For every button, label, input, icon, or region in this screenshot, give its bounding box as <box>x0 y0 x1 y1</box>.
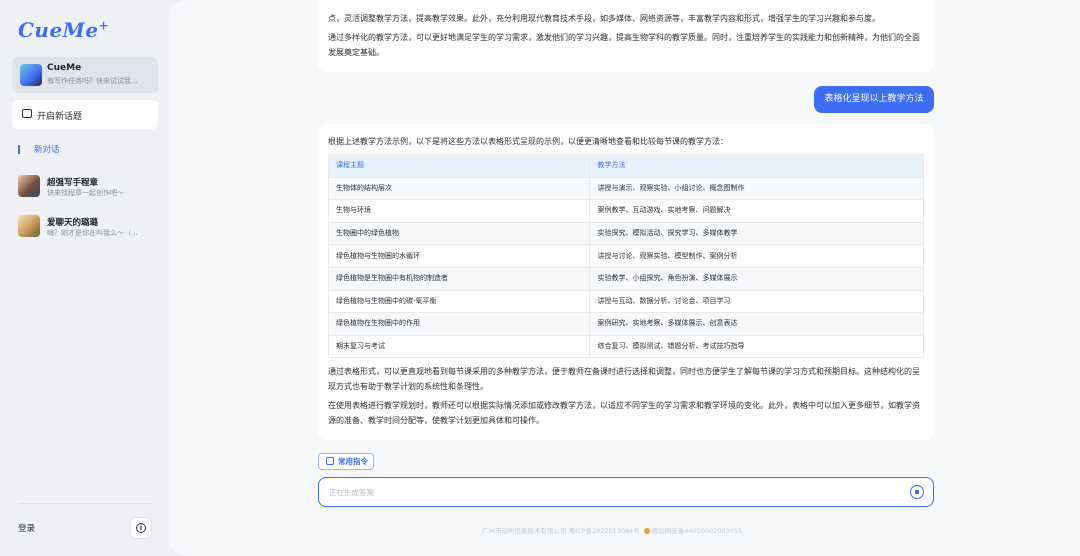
table-cell: 实验探究、模拟活动、探究学习、多媒体教学 <box>589 221 924 246</box>
table-cell: 综合复习、模拟测试、错题分析、考试技巧指导 <box>589 334 924 359</box>
table-row: 期末复习与考试 综合复习、模拟测试、错题分析、考试技巧指导 <box>327 334 924 359</box>
info-icon: i <box>136 523 146 533</box>
bot-card-subtitle: 有写作任务吗？快来试试我... <box>47 77 138 85</box>
table-cell: 生物体的结构层次 <box>327 176 591 201</box>
message-input[interactable] <box>329 485 889 499</box>
table-row: 生物与环境 案例教学、互动游戏、实地考察、问题解决 <box>327 199 924 223</box>
table-row: 生物圈中的绿色植物 实验探究、模拟活动、探究学习、多媒体教学 <box>327 221 924 246</box>
table-row: 绿色植物与生物圈中的碳-氧平衡 讲授与互动、数据分析、讨论会、项目学习 <box>327 289 924 314</box>
bot-card-title: CueMe <box>47 63 82 73</box>
chat-avatar[interactable] <box>18 175 40 197</box>
table-cell: 生物圈中的绿色植物 <box>327 221 591 246</box>
reply-paragraph: 通过表格形式，可以更直观地看到每节课采用的多种教学方法，便于教师在备课时进行选择… <box>328 367 920 392</box>
table-cell: 生物与环境 <box>327 199 591 223</box>
active-indicator <box>18 145 20 154</box>
table-cell: 期末复习与考试 <box>327 334 591 359</box>
table-cell: 绿色植物与生物圈的水循环 <box>327 244 591 268</box>
chat-item-title[interactable]: 超强写手程章 <box>47 176 98 188</box>
assistant-message: 点，灵活调整教学方法，提高教学效果。此外，充分利用现代教育技术手段，如多媒体、网… <box>318 0 934 72</box>
stop-generating-button[interactable] <box>910 485 924 499</box>
chat-bubble-icon <box>22 109 32 118</box>
table-row: 绿色植物在生物圈中的作用 案例研究、实地考察、多媒体展示、创意表达 <box>327 312 924 336</box>
table-cell: 绿色植物在生物圈中的作用 <box>327 312 591 336</box>
stop-icon <box>914 489 919 494</box>
sidebar: CueMe+ CueMe 有写作任务吗？快来试试我... 开启新话题 新对话 超… <box>0 0 170 556</box>
new-topic-button[interactable]: 开启新话题 <box>12 100 158 129</box>
new-chat-label: 新对话 <box>34 145 60 155</box>
table-cell: 绿色植物与生物圈中的碳-氧平衡 <box>327 289 591 314</box>
table-row: 生物体的结构层次 讲授与演示、观察实验、小组讨论、概念图制作 <box>327 176 924 201</box>
logo-plus: + <box>98 18 110 33</box>
reply-paragraph: 在使用表格进行教学规划时，教师还可以根据实际情况添加或修改教学方法，以适应不同学… <box>328 401 920 426</box>
chat-item-subtitle: 快来找程章一起创作吧～ <box>47 189 124 197</box>
common-commands-label: 常用指令 <box>338 457 368 466</box>
reply-intro: 根据上述教学方法示例，以下是将这些方法以表格形式呈现的示例，以便更清晰地查看和比… <box>328 137 728 146</box>
table-cell: 讲授与互动、数据分析、讨论会、项目学习 <box>589 289 924 314</box>
chat-item-title[interactable]: 爱聊天的璐璐 <box>47 216 98 228</box>
user-message: 表格化呈现以上教学方法 <box>814 86 934 113</box>
message-paragraph: 通过多样化的教学方法，可以更好地满足学生的学习需求，激发他们的学习兴趣，提高生物… <box>328 33 920 57</box>
logo-text: CueMe <box>18 18 99 42</box>
chat-main: 点，灵活调整教学方法，提高教学效果。此外，充分利用现代教育技术手段，如多媒体、网… <box>170 0 1080 556</box>
table-cell: 讲授与讨论、观察实验、模型制作、案例分析 <box>589 244 924 268</box>
new-topic-label: 开启新话题 <box>37 112 83 122</box>
table-row: 绿色植物与生物圈的水循环 讲授与讨论、观察实验、模型制作、案例分析 <box>327 244 924 268</box>
table-cell: 绿色植物是生物圈中有机物的制造者 <box>327 266 591 291</box>
table-cell: 案例教学、互动游戏、实地考察、问题解决 <box>589 199 924 223</box>
table-cell: 实验教学、小组探究、角色扮演、多媒体展示 <box>589 266 924 291</box>
login-link[interactable]: 登录 <box>18 522 35 534</box>
table-row: 绿色植物是生物圈中有机物的制造者 实验教学、小组探究、角色扮演、多媒体展示 <box>327 266 924 291</box>
footer-company: 广州市动吩信息技术有限公司 粤ICP备2022013084号 <box>482 527 640 535</box>
command-icon <box>326 457 334 465</box>
footer: 广州市动吩信息技术有限公司 粤ICP备2022013084号 粤公网安备44010… <box>482 525 742 535</box>
table-cell: 讲授与演示、观察实验、小组讨论、概念图制作 <box>589 176 924 201</box>
sidebar-divider <box>18 503 152 504</box>
bot-card-cueme[interactable]: CueMe 有写作任务吗？快来试试我... <box>12 57 158 93</box>
footer-police: 粤公网安备44010502003055 <box>651 527 743 535</box>
table-cell: 案例研究、实地考察、多媒体展示、创意表达 <box>589 312 924 336</box>
table-header-row: 课程主题 教学方法 <box>327 154 924 178</box>
cueme-avatar <box>20 64 42 86</box>
common-commands-button[interactable]: 常用指令 <box>318 453 374 470</box>
table-header: 课程主题 <box>327 154 591 178</box>
chat-item-subtitle: 嗨？刚才是你在叫我么～（... <box>47 229 138 237</box>
police-badge-icon <box>643 528 650 534</box>
message-paragraph: 点，灵活调整教学方法，提高教学效果。此外，充分利用现代教育技术手段，如多媒体、网… <box>328 14 880 23</box>
chat-avatar[interactable] <box>18 215 40 237</box>
message-composer[interactable] <box>318 477 934 507</box>
info-button[interactable]: i <box>130 517 152 539</box>
assistant-message: 根据上述教学方法示例，以下是将这些方法以表格形式呈现的示例，以便更清晰地查看和比… <box>318 124 934 440</box>
table-header: 教学方法 <box>589 154 924 178</box>
methods-table: 课程主题 教学方法 生物体的结构层次 讲授与演示、观察实验、小组讨论、概念图制作 … <box>327 154 924 359</box>
cueme-logo[interactable]: CueMe+ <box>18 18 109 42</box>
